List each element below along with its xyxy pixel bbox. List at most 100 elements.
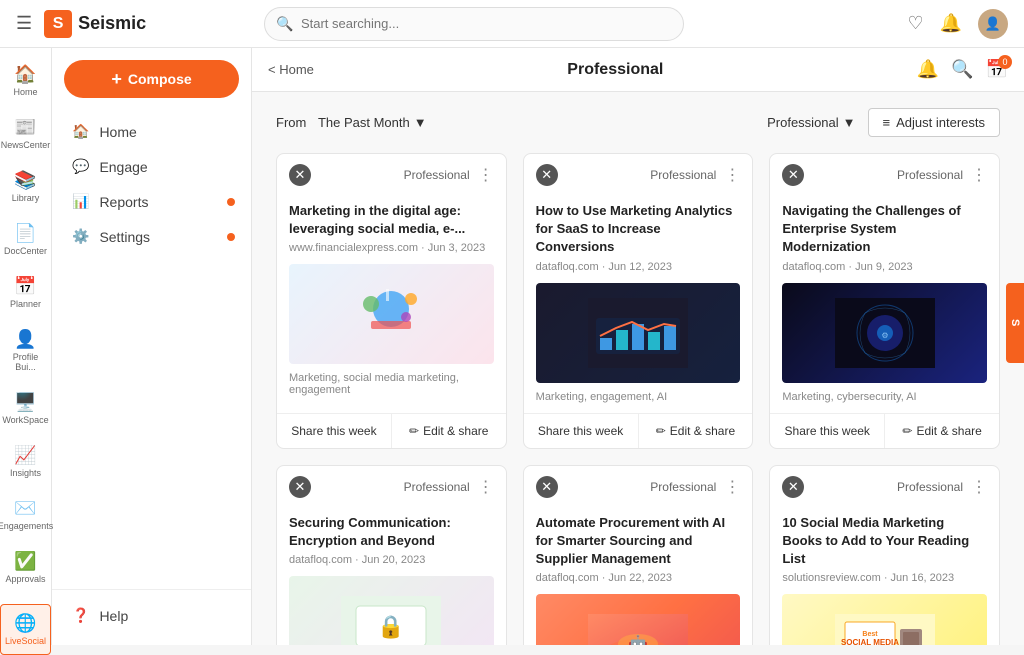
nav-item-home[interactable]: 🏠 Home: [0, 56, 51, 105]
calendar-button[interactable]: 📅 0: [986, 59, 1008, 80]
logo-icon: S: [44, 10, 72, 38]
main-content: From The Past Month ▼ Professional ▼ ≡ A…: [252, 92, 1024, 645]
sidebar: + Compose 🏠 Home 💬 Engage 📊 Reports ⚙️ S…: [52, 48, 252, 645]
card-3-badge: Professional: [897, 168, 963, 182]
content-card-2: ✕ Professional ⋮ How to Use Marketing An…: [523, 153, 754, 449]
plus-icon: +: [111, 69, 122, 90]
bell-icon[interactable]: 🔔: [917, 59, 939, 80]
nav-item-approvals[interactable]: ✅ Approvals: [0, 543, 51, 592]
sidebar-item-engage[interactable]: 💬 Engage: [52, 149, 251, 184]
help-nav-icon: ❓: [72, 607, 89, 624]
content-wrapper: < Home Professional 🔔 🔍 📅 0 From The Pas…: [252, 48, 1024, 645]
sidebar-item-settings[interactable]: ⚙️ Settings: [52, 219, 251, 254]
card-5-label-group: Professional ⋮: [650, 477, 740, 497]
favorites-icon[interactable]: ♡: [907, 13, 923, 34]
top-navbar: ☰ S Seismic 🔍 ♡ 🔔 👤: [0, 0, 1024, 48]
card-1-footer: Share this week ✏ Edit & share: [277, 413, 506, 448]
search-secondary-icon[interactable]: 🔍: [951, 59, 973, 80]
card-6-menu-icon[interactable]: ⋮: [971, 477, 987, 497]
filter-chevron-icon: ▼: [414, 115, 427, 130]
back-button[interactable]: < Home: [268, 62, 314, 77]
sidebar-item-reports[interactable]: 📊 Reports: [52, 184, 251, 219]
card-3-label-group: Professional ⋮: [897, 165, 987, 185]
card-6-source: solutionsreview.com · Jun 16, 2023: [782, 572, 987, 584]
compose-area: + Compose: [64, 60, 239, 98]
card-1-share-button[interactable]: Share this week: [277, 414, 392, 448]
card-2-menu-icon[interactable]: ⋮: [724, 165, 740, 185]
side-accent-letter: S: [1009, 319, 1021, 326]
card-4-source: datafloq.com · Jun 20, 2023: [289, 554, 494, 566]
professional-selector[interactable]: Professional ▼: [767, 115, 855, 130]
card-1-title: Marketing in the digital age: leveraging…: [289, 202, 494, 238]
avatar[interactable]: 👤: [978, 9, 1008, 39]
nav-item-home-label: Home: [13, 87, 37, 97]
nav-item-newscenter[interactable]: 📰 NewsCenter: [0, 109, 51, 158]
card-2-image: [536, 283, 741, 383]
card-2-share-button[interactable]: Share this week: [524, 414, 639, 448]
nav-item-approvals-label: Approvals: [5, 574, 45, 584]
card-6-close-button[interactable]: ✕: [782, 476, 804, 498]
card-3-share-button[interactable]: Share this week: [770, 414, 885, 448]
nav-item-engagements-label: Engagements: [0, 521, 53, 531]
card-4-close-button[interactable]: ✕: [289, 476, 311, 498]
search-input[interactable]: [264, 7, 684, 41]
card-2-edit-button[interactable]: ✏ Edit & share: [639, 414, 753, 448]
adjust-interests-button[interactable]: ≡ Adjust interests: [868, 108, 1000, 137]
notifications-icon[interactable]: 🔔: [940, 13, 962, 34]
card-4-menu-icon[interactable]: ⋮: [478, 477, 494, 497]
content-card-4: ✕ Professional ⋮ Securing Communication:…: [276, 465, 507, 645]
card-3-edit-button[interactable]: ✏ Edit & share: [885, 414, 999, 448]
sidebar-nav: 🏠 Home 💬 Engage 📊 Reports ⚙️ Settings: [52, 114, 251, 589]
nav-item-profile[interactable]: 👤 Profile Bui...: [0, 321, 51, 380]
card-2-close-button[interactable]: ✕: [536, 164, 558, 186]
sidebar-settings-label: Settings: [99, 229, 150, 245]
side-accent-panel[interactable]: S: [1006, 283, 1024, 363]
sidebar-engage-label: Engage: [99, 159, 147, 175]
search-icon: 🔍: [276, 15, 293, 32]
content-card-1: ✕ Professional ⋮ Marketing in the digita…: [276, 153, 507, 449]
nav-item-planner[interactable]: 📅 Planner: [0, 268, 51, 317]
card-6-title: 10 Social Media Marketing Books to Add t…: [782, 514, 987, 569]
nav-item-insights[interactable]: 📈 Insights: [0, 437, 51, 486]
nav-item-workspace[interactable]: 🖥️ WorkSpace: [0, 384, 51, 433]
card-1-edit-button[interactable]: ✏ Edit & share: [392, 414, 506, 448]
card-6-image: Best SOCIAL MEDIA MARKETING: [782, 594, 987, 645]
nav-right-actions: ♡ 🔔 👤: [907, 9, 1008, 39]
compose-button[interactable]: + Compose: [64, 60, 239, 98]
card-2-label-group: Professional ⋮: [650, 165, 740, 185]
reports-notification-dot: [227, 198, 235, 206]
engagements-icon: ✉️: [14, 498, 36, 519]
card-1-menu-icon[interactable]: ⋮: [478, 165, 494, 185]
card-5-image: 🤖: [536, 594, 741, 645]
content-header: From The Past Month ▼ Professional ▼ ≡ A…: [276, 108, 1000, 137]
card-5-badge: Professional: [650, 480, 716, 494]
filter-label: The Past Month: [318, 115, 410, 130]
edit-icon-2: ✏: [656, 424, 666, 438]
adjust-icon: ≡: [883, 115, 891, 130]
card-1-header: ✕ Professional ⋮: [277, 154, 506, 192]
card-2-footer: Share this week ✏ Edit & share: [524, 413, 753, 448]
nav-item-engagements[interactable]: ✉️ Engagements: [0, 490, 51, 539]
svg-text:Best: Best: [862, 631, 878, 638]
time-filter-dropdown[interactable]: From The Past Month ▼: [276, 115, 427, 130]
nav-item-livesocial[interactable]: 🌐 LiveSocial: [0, 604, 51, 655]
sidebar-item-home[interactable]: 🏠 Home: [52, 114, 251, 149]
card-1-close-button[interactable]: ✕: [289, 164, 311, 186]
card-2-source: datafloq.com · Jun 12, 2023: [536, 261, 741, 273]
card-5-menu-icon[interactable]: ⋮: [724, 477, 740, 497]
svg-text:SOCIAL MEDIA: SOCIAL MEDIA: [841, 638, 899, 645]
sidebar-item-help[interactable]: ❓ Help: [52, 598, 251, 633]
card-5-title: Automate Procurement with AI for Smarter…: [536, 514, 741, 569]
card-3-menu-icon[interactable]: ⋮: [971, 165, 987, 185]
card-5-close-button[interactable]: ✕: [536, 476, 558, 498]
sidebar-help-label: Help: [99, 608, 128, 624]
card-2-body: How to Use Marketing Analytics for SaaS …: [524, 192, 753, 413]
hamburger-button[interactable]: ☰: [16, 13, 32, 34]
nav-item-doccenter[interactable]: 📄 DocCenter: [0, 215, 51, 264]
card-3-close-button[interactable]: ✕: [782, 164, 804, 186]
card-6-header: ✕ Professional ⋮: [770, 466, 999, 504]
card-2-header: ✕ Professional ⋮: [524, 154, 753, 192]
cards-grid: ✕ Professional ⋮ Marketing in the digita…: [276, 153, 1000, 645]
card-2-tags: Marketing, engagement, AI: [536, 391, 741, 403]
nav-item-library[interactable]: 📚 Library: [0, 162, 51, 211]
